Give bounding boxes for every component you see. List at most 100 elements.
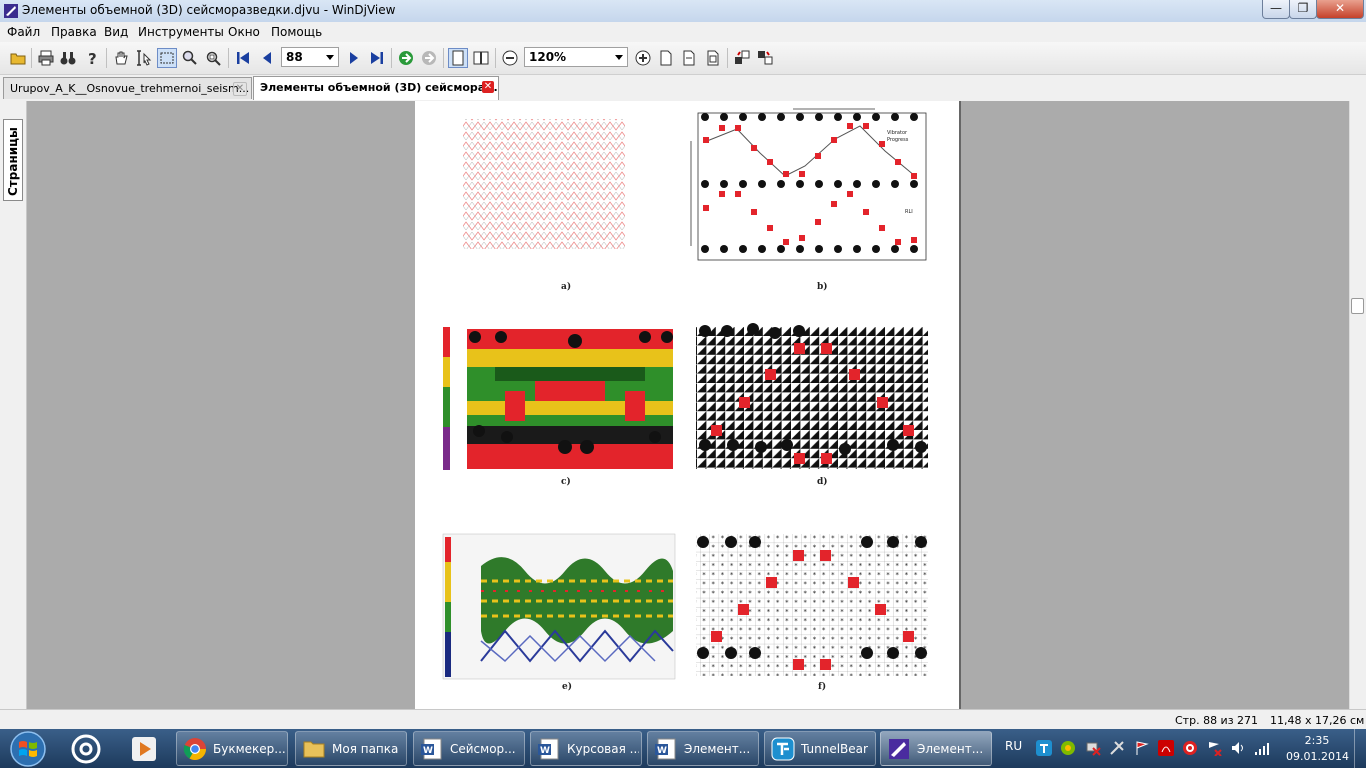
- last-page-button[interactable]: [367, 48, 387, 68]
- tray-pdf-icon[interactable]: [1158, 740, 1174, 756]
- back-button[interactable]: [396, 48, 416, 68]
- zoom-rect-icon: [206, 51, 221, 66]
- chevron-down-icon: [326, 55, 334, 60]
- svg-text:?: ?: [88, 50, 97, 66]
- pages-tab[interactable]: Страницы: [3, 119, 23, 201]
- media-player-icon: [132, 737, 156, 761]
- tray-tools-icon[interactable]: [1109, 740, 1125, 756]
- prev-page-icon: [263, 52, 271, 64]
- tray-volume-icon[interactable]: [1230, 740, 1246, 756]
- media-player-quicklaunch[interactable]: [124, 732, 164, 766]
- prev-page-button[interactable]: [257, 48, 277, 68]
- single-page-button[interactable]: [448, 48, 468, 68]
- figure-b: Vibrator Progress RLI: [690, 108, 927, 261]
- find-button[interactable]: [58, 48, 78, 68]
- tab-close-icon[interactable]: ✕: [233, 82, 247, 96]
- tab-label: Элементы объемной (3D) сейсмора...: [260, 81, 498, 94]
- hand-tool-button[interactable]: [111, 48, 131, 68]
- zoom-select[interactable]: 120%: [524, 47, 628, 67]
- zoom-out-button[interactable]: [500, 48, 520, 68]
- caption-d: d): [817, 477, 828, 487]
- word-icon: W: [655, 738, 676, 760]
- task-label: Курсовая ...: [567, 742, 639, 756]
- rotate-right-icon: [758, 51, 773, 65]
- vertical-scrollbar[interactable]: [1349, 101, 1366, 709]
- task-windjview[interactable]: Элемент...: [880, 731, 992, 766]
- page-number-input[interactable]: 88: [281, 47, 339, 67]
- help-button[interactable]: ?: [82, 48, 102, 68]
- task-tunnelbear[interactable]: TunnelBear: [764, 731, 876, 766]
- pages-tab-label: Страницы: [6, 127, 20, 196]
- task-word-2[interactable]: W Курсовая ...: [530, 731, 642, 766]
- caption-a: a): [561, 282, 572, 292]
- minimize-button[interactable]: —: [1262, 0, 1290, 19]
- scrollbar-thumb[interactable]: [1351, 298, 1364, 314]
- zoom-rect-button[interactable]: [203, 48, 223, 68]
- mail-agent-quicklaunch[interactable]: [66, 732, 106, 766]
- task-label: Элемент...: [684, 742, 751, 756]
- open-folder-icon: [10, 53, 26, 65]
- text-cursor-icon: [137, 50, 152, 66]
- printer-icon: [38, 50, 54, 66]
- first-page-icon: [237, 52, 249, 64]
- clock[interactable]: 2:35 09.01.2014: [1286, 733, 1349, 765]
- svg-text:W: W: [657, 746, 667, 756]
- start-button[interactable]: [2, 730, 54, 768]
- page-icon: [660, 50, 672, 66]
- tab-elementy[interactable]: Элементы объемной (3D) сейсмора... ✕: [253, 76, 499, 100]
- menu-help[interactable]: Помощь: [271, 25, 322, 39]
- rotate-left-button[interactable]: [732, 48, 752, 68]
- rect-select-button[interactable]: [157, 48, 177, 68]
- page-info: Стр. 88 из 271: [1175, 714, 1259, 727]
- rotate-right-button[interactable]: [755, 48, 775, 68]
- taskbar: Букмекер... Моя папка W Сейсмор... W Кур…: [0, 729, 1366, 768]
- tray-target-icon[interactable]: [1182, 740, 1198, 756]
- text-select-button[interactable]: [134, 48, 154, 68]
- zoom-tool-button[interactable]: [180, 48, 200, 68]
- menu-file[interactable]: Файл: [7, 25, 40, 39]
- print-button[interactable]: [36, 48, 56, 68]
- tray-flag-icon[interactable]: [1134, 740, 1150, 756]
- tray-signal-icon[interactable]: [1254, 740, 1270, 756]
- menu-view[interactable]: Вид: [104, 25, 128, 39]
- actual-size-button[interactable]: [656, 48, 676, 68]
- show-desktop-button[interactable]: [1354, 729, 1366, 768]
- two-page-button[interactable]: [471, 48, 491, 68]
- single-page-icon: [452, 50, 464, 66]
- open-button[interactable]: [8, 48, 28, 68]
- menu-edit[interactable]: Правка: [51, 25, 97, 39]
- maximize-button[interactable]: ❐: [1289, 0, 1317, 19]
- figure-d: [696, 323, 928, 469]
- window-title: Элементы объемной (3D) сейсморазведки.dj…: [22, 3, 396, 17]
- tray-network-off-icon[interactable]: [1085, 740, 1101, 756]
- tray-torrent-icon[interactable]: [1060, 740, 1076, 756]
- close-button[interactable]: ✕: [1316, 0, 1364, 19]
- task-folder[interactable]: Моя папка: [295, 731, 407, 766]
- first-page-button[interactable]: [233, 48, 253, 68]
- vibrator-label: Vibrator: [887, 130, 908, 136]
- page-number-value: 88: [286, 50, 303, 64]
- task-label: TunnelBear: [801, 742, 868, 756]
- menu-window[interactable]: Окно: [228, 25, 260, 39]
- next-page-button[interactable]: [344, 48, 364, 68]
- task-chrome[interactable]: Букмекер...: [176, 731, 288, 766]
- fit-page-button[interactable]: [703, 48, 723, 68]
- tab-urupov[interactable]: Urupov_A_K__Osnovue_trehmernoi_seism... …: [3, 77, 252, 99]
- last-page-icon: [371, 52, 383, 64]
- caption-e: e): [562, 682, 572, 692]
- menu-tools[interactable]: Инструменты: [138, 25, 224, 39]
- fit-width-button[interactable]: [679, 48, 699, 68]
- zoom-in-button[interactable]: [633, 48, 653, 68]
- windjview-app-icon: [4, 4, 18, 18]
- task-word-3[interactable]: W Элемент...: [647, 731, 759, 766]
- tray-tunnelbear-icon[interactable]: [1036, 740, 1052, 756]
- tab-close-icon[interactable]: ✕: [482, 81, 494, 93]
- zoom-in-icon: [635, 50, 651, 66]
- help-icon: ?: [88, 50, 97, 66]
- tray-action-center-icon[interactable]: [1206, 740, 1222, 756]
- forward-button[interactable]: [419, 48, 439, 68]
- task-word-1[interactable]: W Сейсмор...: [413, 731, 525, 766]
- binoculars-icon: [60, 52, 76, 65]
- next-page-icon: [350, 52, 358, 64]
- language-indicator[interactable]: RU: [1005, 739, 1022, 753]
